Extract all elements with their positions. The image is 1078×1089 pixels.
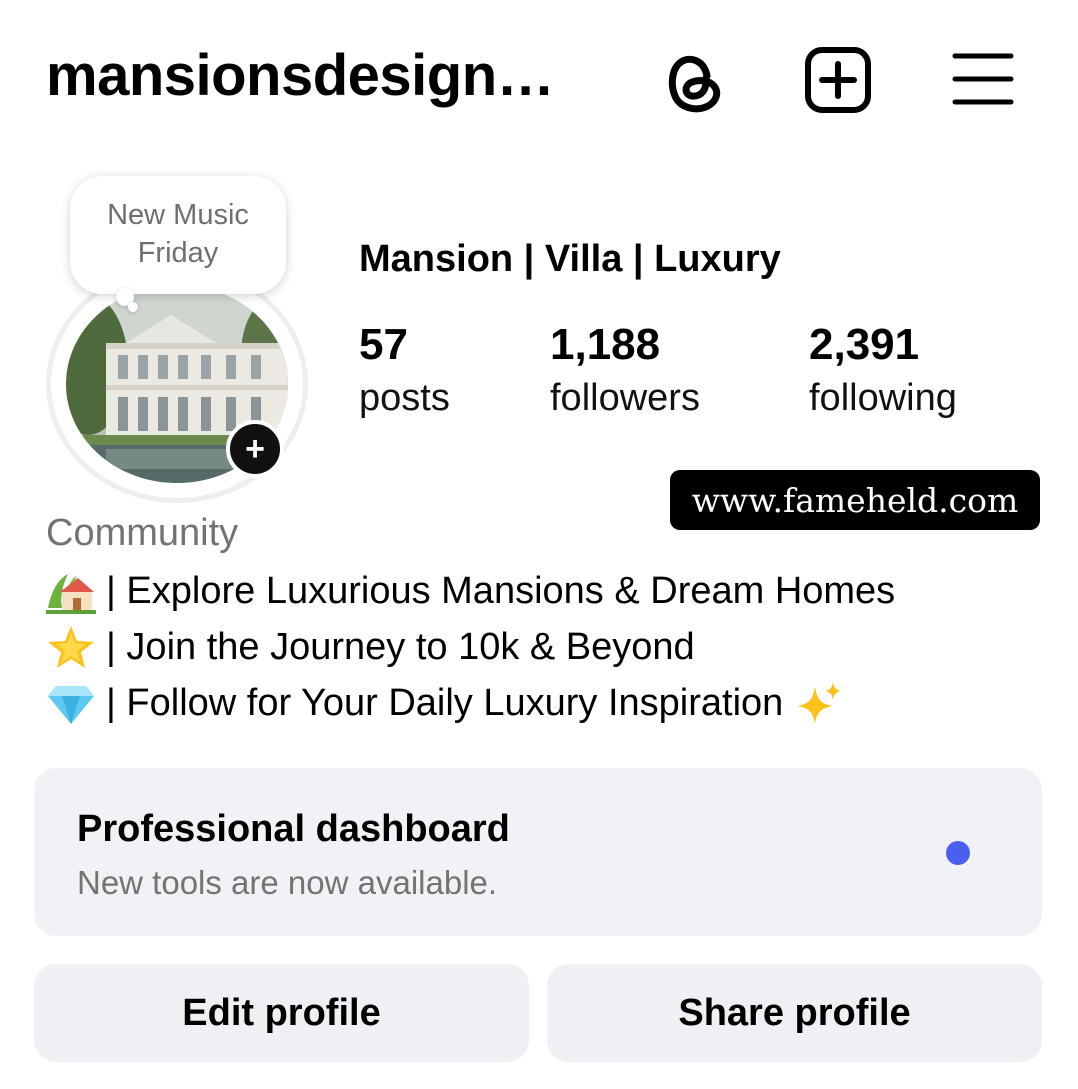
watermark: www.fameheld.com: [670, 470, 1040, 530]
add-story-button[interactable]: +: [226, 420, 284, 478]
bio-text-2: | Join the Journey to 10k & Beyond: [106, 625, 695, 668]
stat-following-value: 2,391: [809, 320, 920, 369]
threads-icon[interactable]: [660, 44, 728, 116]
bio-line: | Join the Journey to 10k & Beyond: [46, 624, 695, 670]
display-name: Mansion | Villa | Luxury: [359, 238, 781, 280]
house-with-garden-icon: [46, 568, 96, 614]
bio-text-3: | Follow for Your Daily Luxury Inspirati…: [106, 681, 784, 724]
stat-posts-label: posts: [359, 377, 450, 419]
professional-dashboard-card[interactable]: Professional dashboard New tools are now…: [34, 768, 1042, 936]
stat-posts-value: 57: [359, 320, 408, 369]
gem-icon: [46, 680, 96, 726]
note-bubble[interactable]: New Music Friday: [70, 176, 286, 294]
note-line-1: New Music: [107, 199, 249, 232]
stat-followers-value: 1,188: [550, 320, 661, 369]
edit-profile-button[interactable]: Edit profile: [34, 964, 529, 1062]
note-line-2: Friday: [137, 237, 219, 269]
category-label: Community: [46, 512, 239, 554]
stat-followers[interactable]: 1,188 followers: [550, 318, 700, 424]
share-profile-button[interactable]: Share profile: [547, 964, 1042, 1062]
stat-following-label: following: [809, 377, 957, 419]
stat-followers-label: followers: [550, 377, 700, 419]
bio-line: | Follow for Your Daily Luxury Inspirati…: [46, 680, 853, 726]
dashboard-title: Professional dashboard: [77, 808, 510, 850]
note-tail-small: [128, 302, 138, 312]
sparkles-icon: [793, 680, 843, 726]
menu-icon[interactable]: [948, 48, 1018, 110]
new-post-icon[interactable]: [803, 45, 873, 115]
stat-following[interactable]: 2,391 following: [809, 318, 957, 424]
bio-line: | Explore Luxurious Mansions & Dream Hom…: [46, 568, 895, 614]
notification-dot: [946, 841, 970, 865]
username-header[interactable]: mansionsdesign…: [46, 42, 555, 109]
avatar[interactable]: +: [46, 265, 310, 505]
glowing-star-icon: [46, 624, 96, 670]
dashboard-subtitle: New tools are now available.: [77, 864, 498, 901]
bio-text-1: | Explore Luxurious Mansions & Dream Hom…: [106, 569, 896, 612]
stat-posts[interactable]: 57 posts: [359, 318, 450, 424]
